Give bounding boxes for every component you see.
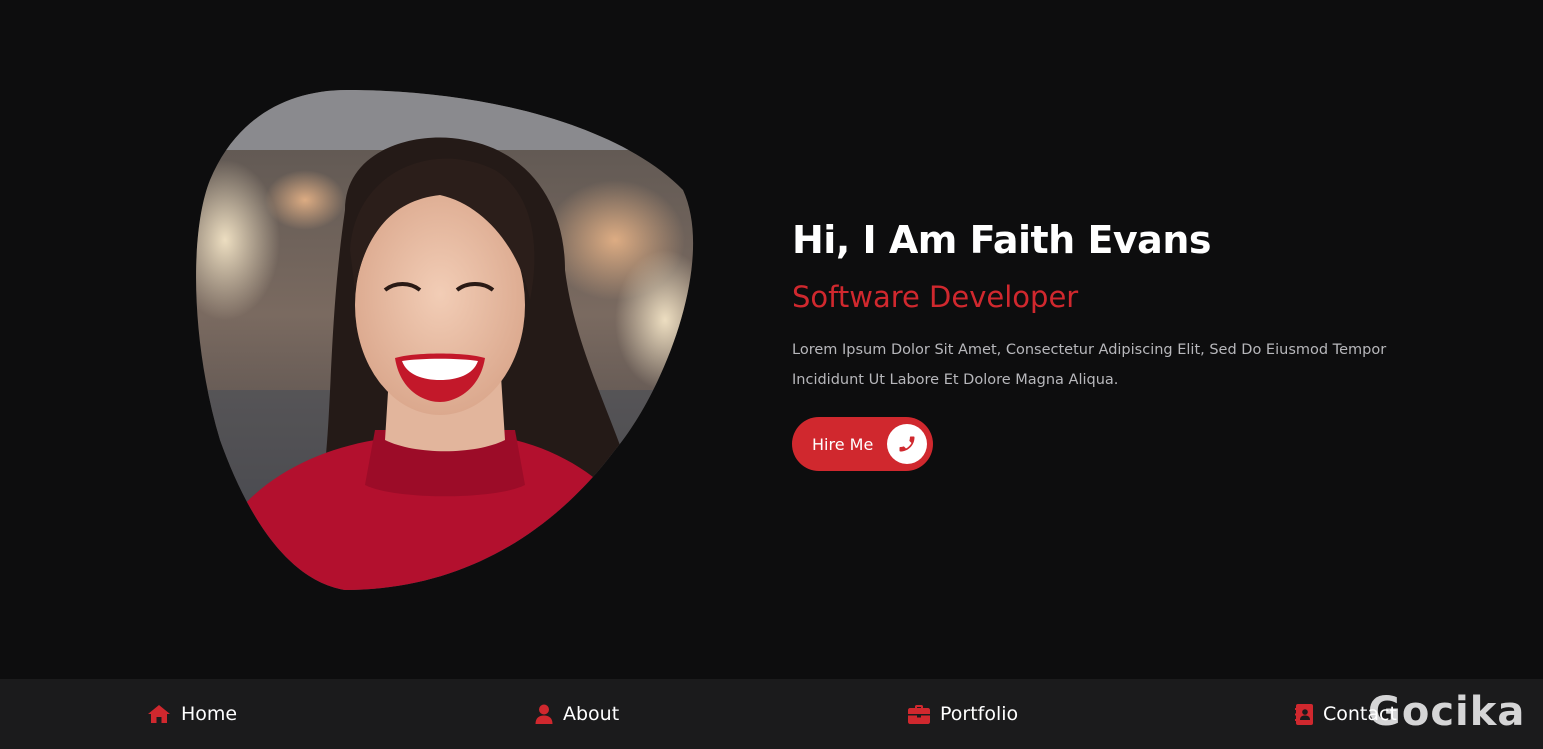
nav-label-contact: Contact <box>1323 703 1397 725</box>
nav-label-about: About <box>563 703 620 725</box>
phone-icon <box>887 424 928 464</box>
user-icon <box>535 704 553 724</box>
nav-item-contact[interactable]: Contact <box>1295 679 1397 749</box>
nav-item-portfolio[interactable]: Portfolio <box>908 679 1018 749</box>
hero-text: Hi, I Am Faith Evans Software Developer … <box>792 215 1432 471</box>
profile-photo <box>196 90 694 590</box>
nav-item-home[interactable]: Home <box>147 679 237 749</box>
page: Hi, I Am Faith Evans Software Developer … <box>0 0 1543 749</box>
hire-me-button[interactable]: Hire Me <box>792 417 934 471</box>
nav-label-portfolio: Portfolio <box>940 703 1019 725</box>
home-icon <box>147 704 171 724</box>
nav-label-home: Home <box>181 703 238 725</box>
hero-role: Software Developer <box>792 280 1079 314</box>
hero-title: Hi, I Am Faith Evans <box>792 218 1211 262</box>
address-book-icon <box>1295 703 1313 725</box>
hero-description: Lorem Ipsum Dolor Sit Amet, Consectetur … <box>792 342 1387 388</box>
hire-me-label: Hire Me <box>812 434 874 454</box>
briefcase-icon <box>908 704 930 724</box>
bottom-nav: Home About Portfolio Contact <box>0 679 1543 749</box>
nav-item-about[interactable]: About <box>535 679 619 749</box>
